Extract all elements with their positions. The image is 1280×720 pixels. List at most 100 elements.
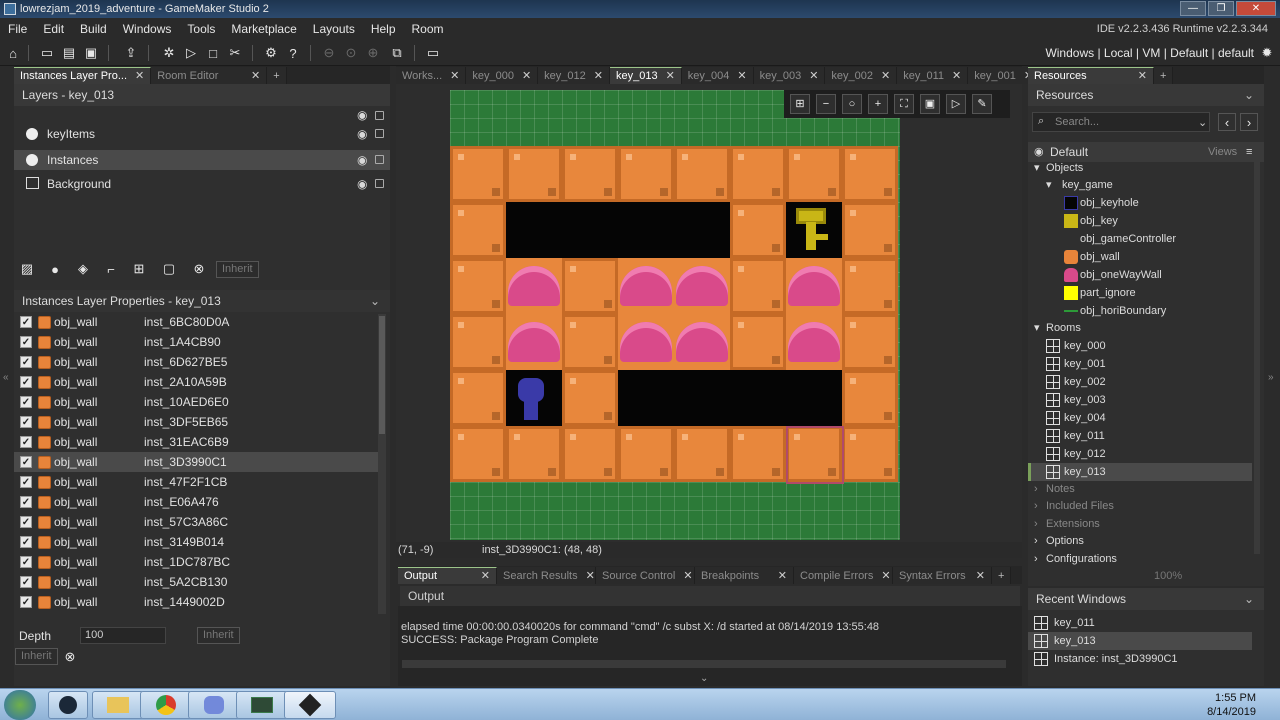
menu-build[interactable]: Build: [72, 18, 115, 40]
layer-keyitems[interactable]: keyItems ◉: [14, 124, 390, 144]
resources-scrollbar[interactable]: [1254, 162, 1260, 554]
close-icon[interactable]: ✕: [778, 568, 787, 584]
close-icon[interactable]: ✕: [737, 68, 746, 84]
instance-row[interactable]: ✓ obj_wall inst_1A4CB90: [14, 332, 378, 352]
tab-key004[interactable]: key_004 ✕: [681, 67, 754, 84]
output-hscrollbar[interactable]: [402, 660, 1006, 668]
delete-layer-icon[interactable]: ⊗: [190, 260, 208, 278]
collapse-left-icon[interactable]: «: [3, 372, 9, 383]
wall-tile[interactable]: [674, 426, 730, 482]
oneway-wall-tile[interactable]: [618, 258, 674, 314]
tab-key013[interactable]: key_013 ✕: [609, 67, 682, 84]
add-background-layer-icon[interactable]: ▨: [18, 260, 36, 278]
wall-tile[interactable]: [674, 146, 730, 202]
menu-layouts[interactable]: Layouts: [305, 18, 363, 40]
close-icon[interactable]: ✕: [135, 68, 144, 84]
close-icon[interactable]: ✕: [594, 68, 603, 84]
menu-edit[interactable]: Edit: [35, 18, 72, 40]
tab-searchresults[interactable]: Search Results ✕: [497, 567, 596, 584]
scrollbar-thumb[interactable]: [379, 316, 385, 434]
close-icon[interactable]: ✕: [881, 68, 890, 84]
stop-icon[interactable]: □: [204, 44, 222, 62]
chevron-down-icon[interactable]: ⌄: [1244, 588, 1254, 610]
tab-key003[interactable]: key_003 ✕: [753, 67, 826, 84]
fit-view-icon[interactable]: ⛶: [894, 94, 914, 114]
wall-tile[interactable]: [842, 202, 898, 258]
wall-tile[interactable]: [562, 370, 618, 426]
wall-tile[interactable]: [450, 426, 506, 482]
key-game-folder[interactable]: key_game: [1062, 176, 1113, 194]
zoom-reset-icon[interactable]: ⊙: [342, 44, 360, 62]
lock-icon[interactable]: [375, 129, 384, 138]
layer-folder-icon[interactable]: ▢: [160, 260, 178, 278]
objects-folder[interactable]: Objects: [1046, 159, 1083, 177]
chrome-icon[interactable]: [140, 691, 192, 719]
resource-object-part-ignore[interactable]: part_ignore: [1080, 284, 1136, 302]
monitor-icon[interactable]: ▭: [424, 44, 442, 62]
resource-object-obj-keyhole[interactable]: obj_keyhole: [1080, 194, 1139, 212]
close-icon[interactable]: ✕: [683, 568, 692, 584]
tab-output[interactable]: Output ✕: [398, 567, 497, 584]
wall-tile[interactable]: [842, 314, 898, 370]
checkbox[interactable]: ✓: [20, 376, 32, 388]
visibility-icon[interactable]: ◉: [357, 150, 367, 170]
create-executable-icon[interactable]: ⇪: [122, 44, 140, 62]
chevron-down-icon[interactable]: ▾: [1034, 319, 1040, 337]
oneway-wall-tile[interactable]: [786, 314, 842, 370]
file-explorer-icon[interactable]: [92, 691, 144, 719]
wall-tile[interactable]: [730, 202, 786, 258]
tab-breakpoints[interactable]: Breakpoints ✕: [695, 567, 794, 584]
frame-icon[interactable]: ▣: [920, 94, 940, 114]
instance-row[interactable]: ✓ obj_wall inst_1DC787BC: [14, 552, 378, 572]
close-icon[interactable]: ✕: [251, 68, 260, 84]
checkbox[interactable]: ✓: [20, 496, 32, 508]
tab-syntaxerrors[interactable]: Syntax Errors ✕: [893, 567, 992, 584]
menu-icon[interactable]: ≡: [1246, 143, 1252, 161]
chevron-right-icon[interactable]: ›: [1034, 532, 1038, 550]
tab-works[interactable]: Works... ✕: [396, 67, 467, 84]
workspace-icon[interactable]: ⧉: [388, 44, 406, 62]
close-icon[interactable]: ✕: [1138, 68, 1147, 84]
menu-marketplace[interactable]: Marketplace: [223, 18, 304, 40]
room-item-key-012[interactable]: key_012: [1064, 445, 1106, 463]
wall-tile[interactable]: [450, 314, 506, 370]
wall-tile[interactable]: [618, 426, 674, 482]
tab-resources[interactable]: Resources ✕: [1028, 67, 1154, 84]
terminal-icon[interactable]: [236, 691, 288, 719]
checkbox[interactable]: ✓: [20, 556, 32, 568]
checkbox[interactable]: ✓: [20, 356, 32, 368]
menu-tools[interactable]: Tools: [179, 18, 223, 40]
instance-row[interactable]: ✓ obj_wall inst_1449002D: [14, 592, 378, 612]
tab-compileerrors[interactable]: Compile Errors ✕: [794, 567, 893, 584]
chevron-right-icon[interactable]: ›: [1034, 515, 1038, 533]
room-item-key-002[interactable]: key_002: [1064, 373, 1106, 391]
wall-tile[interactable]: [730, 146, 786, 202]
run-icon[interactable]: ▷: [182, 44, 200, 62]
close-icon[interactable]: ✕: [586, 568, 595, 584]
inherit-layer-button[interactable]: Inherit: [216, 261, 259, 278]
wall-tile[interactable]: [562, 314, 618, 370]
zoom-reset-icon[interactable]: ○: [842, 94, 862, 114]
selected-instance-box[interactable]: [786, 426, 844, 484]
chevron-right-icon[interactable]: ›: [1034, 480, 1038, 498]
inherit-button[interactable]: Inherit: [15, 648, 58, 665]
lock-icon[interactable]: [375, 179, 384, 188]
notes-folder[interactable]: Notes: [1046, 480, 1075, 498]
visibility-icon[interactable]: ◉: [357, 108, 367, 122]
instance-row[interactable]: ✓ obj_wall inst_3D3990C1: [14, 452, 378, 472]
resource-object-obj-onewaywall[interactable]: obj_oneWayWall: [1080, 266, 1162, 284]
instance-row[interactable]: ✓ obj_wall inst_57C3A86C: [14, 512, 378, 532]
wall-tile[interactable]: [562, 258, 618, 314]
help-icon[interactable]: ?: [284, 44, 302, 62]
checkbox[interactable]: ✓: [20, 596, 32, 608]
room-item-key-001[interactable]: key_001: [1064, 355, 1106, 373]
debug-icon[interactable]: ✲: [160, 44, 178, 62]
room-item-key-011[interactable]: key_011: [1064, 427, 1105, 445]
close-button[interactable]: ✕: [1236, 1, 1276, 16]
delete-instance-icon[interactable]: ⊗: [61, 648, 79, 666]
oneway-wall-tile[interactable]: [674, 314, 730, 370]
search-next-button[interactable]: ›: [1240, 113, 1258, 131]
steam-icon[interactable]: [48, 691, 88, 719]
target-gear-icon[interactable]: ✹: [1258, 44, 1276, 62]
checkbox[interactable]: ✓: [20, 396, 32, 408]
